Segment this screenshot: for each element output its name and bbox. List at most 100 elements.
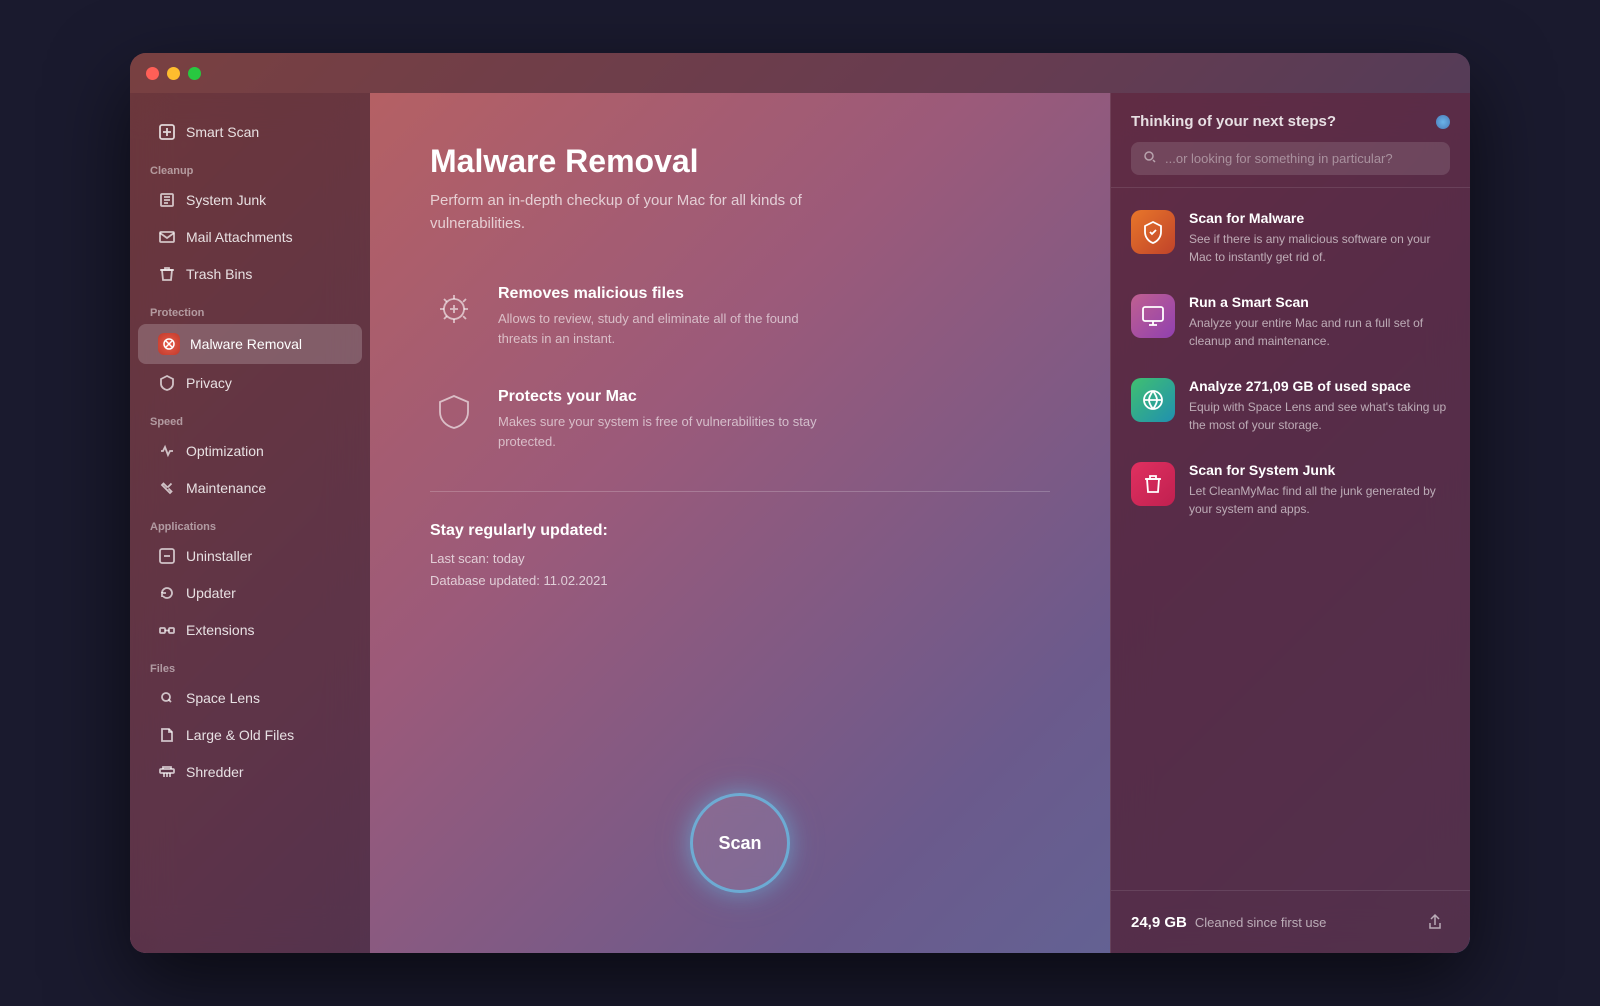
sidebar-item-system-junk[interactable]: System Junk (138, 182, 362, 218)
panel-footer: 24,9 GB Cleaned since first use (1111, 890, 1470, 953)
minimize-button[interactable] (167, 67, 180, 80)
smart-scan-panel-icon (1131, 294, 1175, 338)
last-scan-text: Last scan: today (430, 548, 1050, 570)
smart-scan-title: Run a Smart Scan (1189, 294, 1450, 310)
sidebar-item-privacy[interactable]: Privacy (138, 365, 362, 401)
right-panel: Thinking of your next steps? ...or looki… (1110, 93, 1470, 953)
sidebar-label-optimization: Optimization (186, 443, 264, 459)
mail-icon (158, 228, 176, 246)
malware-icon (158, 333, 180, 355)
sidebar-label-maintenance: Maintenance (186, 480, 266, 496)
sidebar-label-privacy: Privacy (186, 375, 232, 391)
sidebar-item-maintenance[interactable]: Maintenance (138, 470, 362, 506)
feature-protects-title: Protects your Mac (498, 388, 838, 406)
sidebar-item-space-lens[interactable]: Space Lens (138, 680, 362, 716)
sidebar: Smart Scan Cleanup System Junk (130, 93, 370, 953)
sidebar-item-updater[interactable]: Updater (138, 575, 362, 611)
scan-button-container: Scan (690, 793, 790, 893)
panel-item-scan-malware[interactable]: Scan for Malware See if there is any mal… (1111, 196, 1470, 280)
scan-junk-title: Scan for System Junk (1189, 462, 1450, 478)
sidebar-item-mail-attachments[interactable]: Mail Attachments (138, 219, 362, 255)
sidebar-item-smart-scan[interactable]: Smart Scan (138, 114, 362, 150)
feature-removes-title: Removes malicious files (498, 285, 838, 303)
system-junk-icon (158, 191, 176, 209)
large-files-icon (158, 726, 176, 744)
sidebar-label-mail: Mail Attachments (186, 229, 293, 245)
scan-malware-text: Scan for Malware See if there is any mal… (1189, 210, 1450, 266)
scan-malware-title: Scan for Malware (1189, 210, 1450, 226)
feature-removes-text: Removes malicious files Allows to review… (498, 285, 838, 348)
scan-malware-desc: See if there is any malicious software o… (1189, 230, 1450, 266)
sidebar-item-extensions[interactable]: Extensions (138, 612, 362, 648)
panel-dot-icon (1436, 115, 1450, 129)
space-panel-icon (1131, 378, 1175, 422)
sidebar-section-speed: Speed (130, 402, 370, 432)
scan-button[interactable]: Scan (690, 793, 790, 893)
scan-junk-desc: Let CleanMyMac find all the junk generat… (1189, 482, 1450, 518)
sidebar-item-large-old-files[interactable]: Large & Old Files (138, 717, 362, 753)
sidebar-label-malware: Malware Removal (190, 336, 302, 352)
cleaned-gb: 24,9 GB (1131, 914, 1187, 931)
close-button[interactable] (146, 67, 159, 80)
analyze-space-title: Analyze 271,09 GB of used space (1189, 378, 1450, 394)
sidebar-section-cleanup: Cleanup (130, 151, 370, 181)
sidebar-section-files: Files (130, 649, 370, 679)
maximize-button[interactable] (188, 67, 201, 80)
sidebar-item-trash-bins[interactable]: Trash Bins (138, 256, 362, 292)
sidebar-section-protection: Protection (130, 293, 370, 323)
feature-removes-malicious: Removes malicious files Allows to review… (430, 285, 1050, 348)
sidebar-label-updater: Updater (186, 585, 236, 601)
feature-protects-mac: Protects your Mac Makes sure your system… (430, 388, 1050, 451)
sidebar-label-extensions: Extensions (186, 622, 254, 638)
scan-junk-text: Scan for System Junk Let CleanMyMac find… (1189, 462, 1450, 518)
sidebar-label-space-lens: Space Lens (186, 690, 260, 706)
app-window: Smart Scan Cleanup System Junk (130, 53, 1470, 953)
panel-item-analyze-space[interactable]: Analyze 271,09 GB of used space Equip wi… (1111, 364, 1470, 448)
junk-panel-icon (1131, 462, 1175, 506)
analyze-space-desc: Equip with Space Lens and see what's tak… (1189, 398, 1450, 434)
sidebar-item-shredder[interactable]: Shredder (138, 754, 362, 790)
trash-icon (158, 265, 176, 283)
sidebar-item-malware-removal[interactable]: Malware Removal (138, 324, 362, 364)
main-content: Malware Removal Perform an in-depth chec… (370, 93, 1110, 953)
database-updated-text: Database updated: 11.02.2021 (430, 570, 1050, 592)
search-placeholder-text: ...or looking for something in particula… (1165, 151, 1393, 166)
space-lens-icon (158, 689, 176, 707)
stay-updated-title: Stay regularly updated: (430, 522, 1050, 540)
sidebar-item-uninstaller[interactable]: Uninstaller (138, 538, 362, 574)
sidebar-item-label: Smart Scan (186, 124, 259, 140)
optimization-icon (158, 442, 176, 460)
uninstaller-icon (158, 547, 176, 565)
cleaned-label: Cleaned since first use (1195, 915, 1327, 930)
panel-item-scan-junk[interactable]: Scan for System Junk Let CleanMyMac find… (1111, 448, 1470, 532)
smart-scan-icon (158, 123, 176, 141)
feature-protects-desc: Makes sure your system is free of vulner… (498, 412, 838, 451)
app-body: Smart Scan Cleanup System Junk (130, 93, 1470, 953)
sidebar-label-trash: Trash Bins (186, 266, 252, 282)
sidebar-label-system-junk: System Junk (186, 192, 266, 208)
stay-updated-section: Stay regularly updated: Last scan: today… (430, 522, 1050, 592)
titlebar (130, 53, 1470, 93)
shredder-icon (158, 763, 176, 781)
feature-protects-text: Protects your Mac Makes sure your system… (498, 388, 838, 451)
analyze-space-text: Analyze 271,09 GB of used space Equip wi… (1189, 378, 1450, 434)
shield-icon (430, 388, 478, 436)
maintenance-icon (158, 479, 176, 497)
search-bar[interactable]: ...or looking for something in particula… (1131, 142, 1450, 175)
extensions-icon (158, 621, 176, 639)
sidebar-label-shredder: Shredder (186, 764, 244, 780)
panel-header: Thinking of your next steps? ...or looki… (1111, 93, 1470, 188)
panel-title-text: Thinking of your next steps? (1131, 113, 1336, 130)
page-subtitle: Perform an in-depth checkup of your Mac … (430, 190, 830, 235)
panel-item-smart-scan[interactable]: Run a Smart Scan Analyze your entire Mac… (1111, 280, 1470, 364)
search-icon (1143, 150, 1157, 167)
sidebar-label-uninstaller: Uninstaller (186, 548, 252, 564)
feature-removes-desc: Allows to review, study and eliminate al… (498, 309, 838, 348)
sidebar-item-optimization[interactable]: Optimization (138, 433, 362, 469)
smart-scan-desc: Analyze your entire Mac and run a full s… (1189, 314, 1450, 350)
bug-icon (430, 285, 478, 333)
footer-stats: 24,9 GB Cleaned since first use (1131, 914, 1326, 931)
panel-items: Scan for Malware See if there is any mal… (1111, 188, 1470, 890)
panel-title-row: Thinking of your next steps? (1131, 113, 1450, 130)
share-button[interactable] (1420, 907, 1450, 937)
